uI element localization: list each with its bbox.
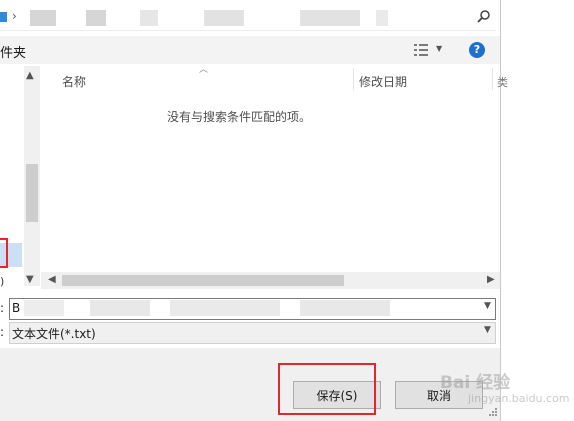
view-options-icon[interactable] <box>413 43 429 57</box>
filename-value: B <box>12 301 21 315</box>
file-list[interactable] <box>41 66 500 271</box>
chevron-right-icon[interactable]: › <box>12 9 17 23</box>
blurred-filename <box>170 300 280 316</box>
blurred-path-segment <box>300 10 360 26</box>
column-divider[interactable] <box>492 68 493 90</box>
scroll-left-icon[interactable]: ◀ <box>48 274 56 285</box>
blurred-path-segment <box>204 10 244 26</box>
watermark-url: jingyan.baidu.com <box>468 392 570 405</box>
new-folder-button[interactable]: 件夹 <box>0 42 26 61</box>
search-icon[interactable] <box>476 9 492 25</box>
blurred-filename <box>300 300 390 316</box>
column-header-type-partial[interactable]: 类 <box>497 74 508 90</box>
horizontal-scrollbar-thumb[interactable] <box>62 275 344 286</box>
blurred-path-segment <box>376 10 388 26</box>
filetype-value: 文本文件(*.txt) <box>12 327 96 341</box>
blurred-path-segment <box>86 10 106 26</box>
scroll-up-icon[interactable]: ▲ <box>26 70 34 81</box>
filetype-dropdown-icon[interactable]: ▼ <box>484 325 491 335</box>
sort-ascending-icon: ︿ <box>199 65 209 75</box>
address-bar[interactable] <box>0 6 496 31</box>
scroll-right-icon[interactable]: ▶ <box>487 274 495 285</box>
filename-dropdown-icon[interactable]: ▼ <box>484 301 491 311</box>
column-header-modified[interactable]: 修改日期 <box>359 73 407 90</box>
scrollbar-thumb[interactable] <box>26 164 38 222</box>
folder-icon <box>0 12 7 22</box>
blurred-path-segment <box>140 10 158 26</box>
nav-partial-label: ) <box>0 275 5 288</box>
dialog-border <box>500 0 501 421</box>
column-header-name[interactable]: 名称 <box>62 73 86 90</box>
blurred-path-segment <box>30 10 56 26</box>
filetype-label: : <box>0 325 5 339</box>
highlight-frame <box>278 363 376 415</box>
help-icon[interactable]: ? <box>469 42 485 58</box>
empty-list-message: 没有与搜索条件匹配的项。 <box>166 110 311 124</box>
highlight-frame-left <box>0 238 8 268</box>
blurred-filename <box>24 300 64 316</box>
column-divider[interactable] <box>353 68 354 90</box>
resize-grip-icon[interactable] <box>488 406 498 416</box>
filename-label: : <box>0 301 5 315</box>
scroll-down-icon[interactable]: ▼ <box>26 274 34 285</box>
view-dropdown-caret-icon[interactable]: ▼ <box>436 44 442 53</box>
watermark-brand: Bai 经验 <box>440 373 511 393</box>
blurred-filename <box>90 300 150 316</box>
outside-area <box>501 0 574 421</box>
